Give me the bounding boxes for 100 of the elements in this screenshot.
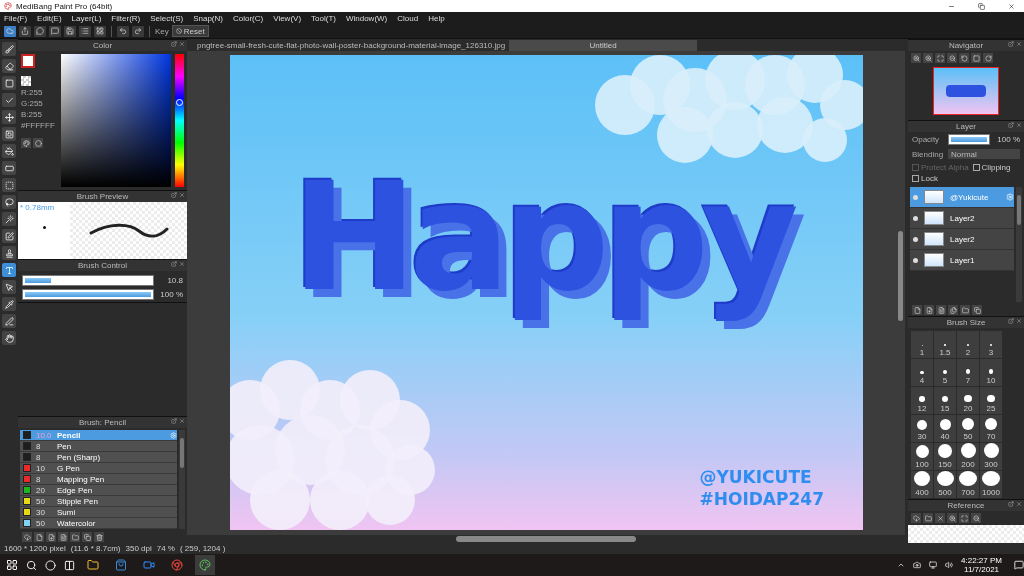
menu-item[interactable]: Cloud — [397, 13, 419, 23]
brush-size-slider[interactable] — [22, 275, 154, 286]
brush-size-button[interactable]: 30 — [911, 415, 933, 442]
navigator-button[interactable] — [959, 53, 969, 63]
scroll-thumb[interactable] — [456, 536, 636, 542]
taskbar-app[interactable] — [195, 555, 215, 575]
foreground-swatch[interactable] — [21, 54, 35, 68]
blending-dropdown[interactable]: Normal — [948, 149, 1020, 159]
reference-button[interactable] — [935, 513, 945, 523]
layer-row[interactable]: Layer2 — [910, 208, 1014, 229]
brush-size-button[interactable]: 70 — [980, 415, 1002, 442]
tool-button[interactable] — [2, 127, 16, 141]
menu-item[interactable]: Snap(N) — [193, 13, 223, 23]
palette-button[interactable] — [21, 138, 31, 148]
visibility-dot[interactable] — [913, 215, 918, 221]
background-swatch[interactable] — [21, 76, 31, 86]
brush-size-button[interactable]: 12 — [911, 387, 933, 414]
panel-button[interactable] — [70, 532, 80, 542]
layer-button[interactable] — [972, 305, 982, 315]
menu-item[interactable]: View(V) — [273, 13, 302, 23]
reference-button[interactable] — [959, 513, 969, 523]
tool-button[interactable] — [2, 42, 16, 56]
tool-button[interactable] — [2, 178, 16, 192]
tool-button[interactable] — [2, 314, 16, 328]
redo-button[interactable] — [132, 25, 144, 37]
navigator-preview[interactable] — [933, 67, 999, 115]
menu-item[interactable]: File(F) — [4, 13, 28, 23]
brush-size-button[interactable]: 500 — [934, 471, 956, 498]
scroll-thumb[interactable] — [1017, 195, 1021, 225]
tool-button[interactable] — [2, 297, 16, 311]
tool-button[interactable] — [2, 93, 16, 107]
navigator-button[interactable] — [911, 53, 921, 63]
brush-size-button[interactable]: 100 — [911, 443, 933, 470]
checkbox[interactable] — [912, 175, 919, 182]
tool-button[interactable] — [2, 144, 16, 158]
brush-size-button[interactable]: 1 — [911, 331, 933, 358]
panel-button[interactable] — [46, 532, 56, 542]
layer-button[interactable] — [924, 305, 934, 315]
navigator-button[interactable] — [983, 53, 993, 63]
layer-button[interactable] — [960, 305, 970, 315]
brush-size-button[interactable]: 10 — [980, 359, 1002, 386]
brush-row[interactable]: 8 Mapping Pen — [20, 474, 177, 485]
tool-button[interactable] — [2, 212, 16, 226]
brush-row[interactable]: 50 Stipple Pen — [20, 496, 177, 507]
panel-button[interactable] — [94, 532, 104, 542]
brush-row[interactable]: 20 Edge Pen — [20, 485, 177, 496]
visibility-dot[interactable] — [913, 194, 918, 200]
brush-size-button[interactable]: 40 — [934, 415, 956, 442]
brush-size-button[interactable]: 700 — [957, 471, 979, 498]
color-picker[interactable] — [61, 54, 171, 187]
brush-row[interactable]: 30 Sumi — [20, 507, 177, 518]
tool-button[interactable] — [2, 280, 16, 294]
panel-button[interactable] — [22, 532, 32, 542]
toolbar-button[interactable] — [64, 25, 76, 37]
brush-size-button[interactable]: 150 — [934, 443, 956, 470]
layer-button[interactable] — [912, 305, 922, 315]
brush-size-button[interactable]: 200 — [957, 443, 979, 470]
brush-row[interactable]: 10 G Pen — [20, 463, 177, 474]
tool-button[interactable] — [2, 331, 16, 345]
menu-item[interactable]: Window(W) — [345, 13, 388, 23]
reset-button[interactable]: Reset — [171, 25, 209, 37]
brush-size-button[interactable]: 1000 — [980, 471, 1002, 498]
layer-row[interactable]: Layer2 — [910, 229, 1014, 250]
brush-size-button[interactable]: 2 — [957, 331, 979, 358]
brush-size-button[interactable]: 15 — [934, 387, 956, 414]
menu-item[interactable]: Select(S) — [150, 13, 184, 23]
brush-size-button[interactable]: 5 — [934, 359, 956, 386]
color-button[interactable] — [33, 138, 43, 148]
menu-item[interactable]: Tool(T) — [311, 13, 336, 23]
tool-button[interactable] — [2, 76, 16, 90]
menu-item[interactable]: Edit(E) — [37, 13, 62, 23]
menu-item[interactable]: Color(C) — [232, 13, 264, 23]
navigator-button[interactable] — [935, 53, 945, 63]
brush-size-button[interactable]: 25 — [980, 387, 1002, 414]
brush-size-button[interactable]: 20 — [957, 387, 979, 414]
layer-button[interactable] — [948, 305, 958, 315]
brush-row[interactable]: 50 Watercolor — [20, 518, 177, 529]
menu-item[interactable]: Help — [428, 13, 445, 23]
layer-row[interactable]: Layer1 — [910, 250, 1014, 271]
toolbar-button[interactable] — [49, 25, 61, 37]
panel-button[interactable] — [58, 532, 68, 542]
panel-button[interactable] — [34, 532, 44, 542]
panel-button[interactable] — [82, 532, 92, 542]
brush-size-button[interactable]: 400 — [911, 471, 933, 498]
document-tab[interactable]: Untitled — [509, 40, 698, 51]
tool-button[interactable] — [2, 59, 16, 73]
navigator-button[interactable] — [923, 53, 933, 63]
brush-size-button[interactable]: 7 — [957, 359, 979, 386]
toolbar-button[interactable] — [94, 25, 106, 37]
tool-button[interactable] — [2, 263, 16, 277]
brush-size-button[interactable]: 1.5 — [934, 331, 956, 358]
toolbar-button[interactable] — [34, 25, 46, 37]
undo-button[interactable] — [117, 25, 129, 37]
menu-item[interactable]: Layer(L) — [71, 13, 102, 23]
brush-row[interactable]: 8 Pen — [20, 441, 177, 452]
checkbox[interactable] — [972, 164, 980, 171]
brush-size-button[interactable]: 4 — [911, 359, 933, 386]
tool-button[interactable] — [2, 110, 16, 124]
reference-button[interactable] — [947, 513, 957, 523]
visibility-dot[interactable] — [913, 257, 918, 263]
